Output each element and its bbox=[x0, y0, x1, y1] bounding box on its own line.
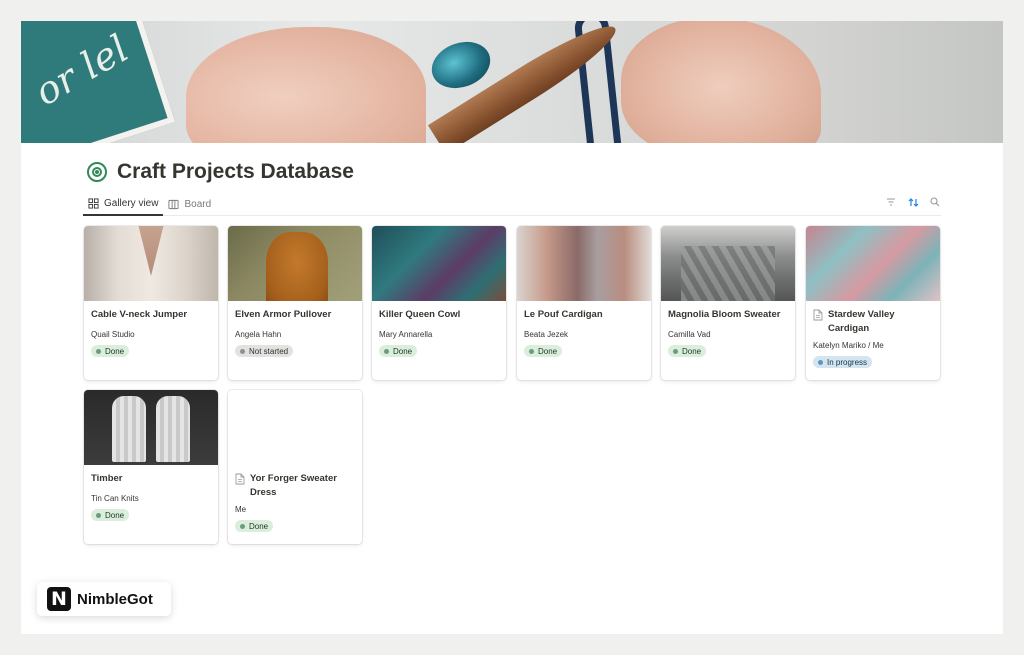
gallery-card[interactable]: Le Pouf Cardigan Beata Jezek Done bbox=[517, 226, 651, 380]
gallery-card[interactable]: Stardew Valley Cardigan Katelyn Mariko /… bbox=[806, 226, 940, 380]
status-badge: In progress bbox=[813, 356, 873, 368]
tab-board[interactable]: Board bbox=[163, 193, 216, 215]
status-badge: Done bbox=[379, 345, 418, 357]
card-cover-image bbox=[228, 390, 362, 465]
card-cover-image bbox=[84, 390, 218, 465]
page-title[interactable]: Craft Projects Database bbox=[117, 160, 354, 184]
card-title: Elven Armor Pullover bbox=[235, 309, 332, 320]
gallery-card[interactable]: Timber Tin Can Knits Done bbox=[84, 390, 218, 544]
card-cover-image bbox=[372, 226, 506, 301]
board-icon bbox=[168, 199, 180, 209]
card-author: Me bbox=[235, 505, 247, 514]
cover-left-hand bbox=[186, 27, 426, 143]
gallery-card[interactable]: Killer Queen Cowl Mary Annarella Done bbox=[372, 226, 506, 380]
card-author: Quail Studio bbox=[91, 330, 135, 339]
brand-name: NimbleGot bbox=[77, 590, 153, 608]
status-badge: Done bbox=[524, 345, 563, 357]
target-icon[interactable] bbox=[87, 162, 107, 182]
card-title: Killer Queen Cowl bbox=[379, 309, 461, 320]
status-badge: Done bbox=[91, 345, 130, 357]
card-title: Timber bbox=[91, 473, 123, 484]
card-author: Tin Can Knits bbox=[91, 494, 139, 503]
page-frame: or lel Craft Projects Database Gallery v… bbox=[21, 21, 1003, 634]
card-title: Le Pouf Cardigan bbox=[524, 309, 603, 320]
search-icon[interactable] bbox=[929, 195, 941, 209]
brand-watermark: N NimbleGot bbox=[37, 582, 171, 616]
status-badge: Not started bbox=[235, 345, 294, 357]
card-cover-image bbox=[228, 226, 362, 301]
cover-image[interactable]: or lel bbox=[21, 21, 1003, 143]
card-author: Mary Annarella bbox=[379, 330, 433, 339]
page-header: Craft Projects Database bbox=[87, 157, 354, 187]
card-cover-image bbox=[84, 226, 218, 301]
card-title: Cable V-neck Jumper bbox=[91, 309, 188, 320]
brand-logo-icon: N bbox=[47, 587, 71, 611]
tab-label: Board bbox=[184, 198, 212, 210]
card-title: Magnolia Bloom Sweater bbox=[668, 309, 781, 320]
view-toolbar bbox=[885, 195, 941, 209]
cover-nail bbox=[425, 34, 497, 96]
card-author: Beata Jezek bbox=[524, 330, 569, 339]
card-author: Camilla Vad bbox=[668, 330, 711, 339]
card-title: Stardew Valley Cardigan bbox=[813, 308, 933, 336]
status-badge: Done bbox=[91, 509, 130, 521]
tab-gallery-view[interactable]: Gallery view bbox=[83, 193, 164, 216]
document-icon bbox=[813, 309, 823, 321]
status-badge: Done bbox=[668, 345, 707, 357]
card-cover-image bbox=[806, 226, 940, 301]
status-badge: Done bbox=[235, 520, 274, 532]
sort-icon[interactable] bbox=[907, 195, 919, 209]
gallery-card[interactable]: Cable V-neck Jumper Quail Studio Done bbox=[84, 226, 218, 380]
card-author: Angela Hahn bbox=[235, 330, 282, 339]
view-tabs: Gallery view Board bbox=[83, 193, 941, 216]
card-author: Katelyn Mariko / Me bbox=[813, 341, 884, 350]
grid-icon bbox=[88, 198, 99, 209]
document-icon bbox=[235, 473, 245, 485]
card-cover-image bbox=[517, 226, 651, 301]
filter-icon[interactable] bbox=[885, 195, 897, 209]
gallery-card[interactable]: Magnolia Bloom Sweater Camilla Vad Done bbox=[661, 226, 795, 380]
tab-label: Gallery view bbox=[104, 198, 159, 209]
gallery-card[interactable]: Yor Forger Sweater Dress Me Done bbox=[228, 390, 362, 544]
card-title: Yor Forger Sweater Dress bbox=[235, 472, 355, 500]
cover-book: or lel bbox=[21, 21, 176, 143]
card-cover-image bbox=[661, 226, 795, 301]
gallery-card[interactable]: Elven Armor Pullover Angela Hahn Not sta… bbox=[228, 226, 362, 380]
cover-right-hand bbox=[621, 21, 821, 143]
